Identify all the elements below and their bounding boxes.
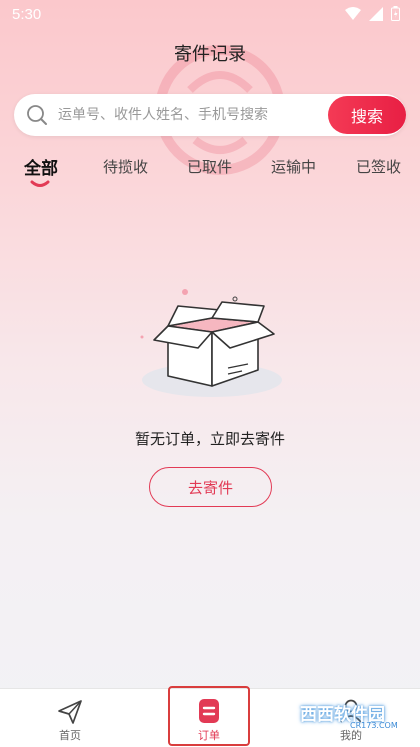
tab-label: 全部: [24, 159, 58, 179]
page-title: 寄件记录: [174, 44, 246, 65]
tab-label: 已签收: [356, 158, 402, 176]
active-tab-indicator-icon: [30, 180, 50, 187]
tab-delivered[interactable]: 已签收: [356, 156, 401, 177]
search-button[interactable]: 搜索: [328, 96, 406, 134]
wifi-icon: [345, 6, 361, 25]
status-tabs: 全部 待揽收 已取件 运输中 已签收: [0, 152, 420, 192]
battery-icon: [391, 6, 400, 25]
tab-in-transit[interactable]: 运输中: [271, 156, 316, 177]
status-time: 5:30: [12, 6, 42, 23]
tab-pending-pickup[interactable]: 待揽收: [103, 156, 148, 177]
tab-label: 已取件: [187, 158, 233, 176]
nav-item-home[interactable]: 首页: [30, 689, 110, 747]
search-icon: [26, 104, 48, 130]
empty-state-message: 暂无订单，立即去寄件: [134, 430, 285, 448]
highlight-box: [168, 686, 250, 746]
search-input[interactable]: [58, 94, 328, 136]
go-send-button[interactable]: 去寄件: [149, 467, 272, 507]
paper-plane-icon: [57, 699, 83, 729]
signal-icon: [369, 6, 383, 25]
tab-label: 运输中: [271, 158, 317, 176]
watermark-logo: 西西软件园 CR173.COM: [300, 700, 398, 730]
tab-label: 待揽收: [103, 158, 149, 176]
watermark-subtext: CR173.COM: [350, 721, 398, 730]
search-bar: 搜索: [14, 94, 406, 136]
nav-label: 首页: [59, 729, 81, 742]
status-icons: [345, 6, 400, 25]
status-bar: 5:30: [0, 0, 420, 30]
tab-picked-up[interactable]: 已取件: [187, 156, 232, 177]
tab-all[interactable]: 全部: [24, 154, 58, 179]
empty-box-icon: [140, 289, 282, 397]
